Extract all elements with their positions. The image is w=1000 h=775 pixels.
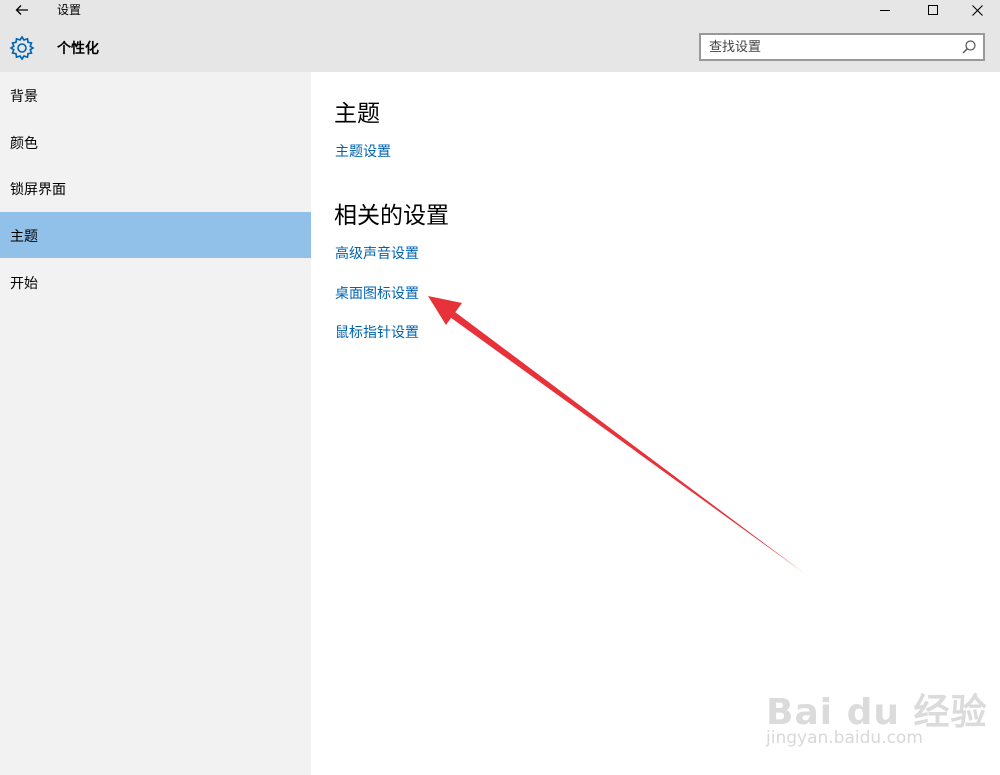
mouse-pointer-settings-link[interactable]: 鼠标指针设置 — [335, 322, 419, 342]
search-box[interactable] — [699, 33, 985, 61]
title-bar: 设置 个性化 — [0, 0, 1000, 72]
settings-gear-icon — [9, 35, 35, 61]
search-input[interactable] — [709, 35, 959, 59]
page-title: 个性化 — [57, 41, 99, 57]
related-settings-heading: 相关的设置 — [334, 203, 449, 229]
window-title: 设置 — [57, 3, 82, 17]
maximize-button[interactable] — [910, 0, 956, 20]
sidebar-item-label: 颜色 — [10, 136, 38, 152]
sidebar-item-label: 背景 — [10, 89, 38, 105]
desktop-icon-settings-link[interactable]: 桌面图标设置 — [335, 283, 419, 303]
sidebar-item-label: 主题 — [10, 229, 38, 245]
sidebar-item-themes[interactable]: 主题 — [0, 212, 311, 258]
minimize-icon — [880, 10, 890, 11]
baidu-watermark-url: jingyan.baidu.com — [766, 728, 923, 748]
sidebar-item-label: 开始 — [10, 276, 38, 292]
sidebar-item-colors[interactable]: 颜色 — [0, 119, 311, 165]
sidebar-item-background[interactable]: 背景 — [0, 72, 311, 118]
theme-settings-link[interactable]: 主题设置 — [335, 141, 391, 161]
close-button[interactable] — [954, 0, 1000, 20]
close-icon — [971, 4, 983, 16]
advanced-sound-settings-link[interactable]: 高级声音设置 — [335, 243, 419, 263]
search-icon[interactable] — [961, 39, 977, 55]
back-arrow-icon — [15, 5, 28, 15]
main-content — [311, 72, 1000, 775]
minimize-button[interactable] — [862, 0, 908, 20]
theme-heading: 主题 — [334, 101, 380, 127]
maximize-icon — [928, 5, 938, 15]
sidebar-item-label: 锁屏界面 — [10, 182, 66, 198]
back-button[interactable] — [6, 0, 38, 20]
sidebar: 背景 颜色 锁屏界面 主题 开始 — [0, 72, 311, 775]
sidebar-item-start[interactable]: 开始 — [0, 259, 311, 305]
sidebar-item-lock-screen[interactable]: 锁屏界面 — [0, 165, 311, 211]
